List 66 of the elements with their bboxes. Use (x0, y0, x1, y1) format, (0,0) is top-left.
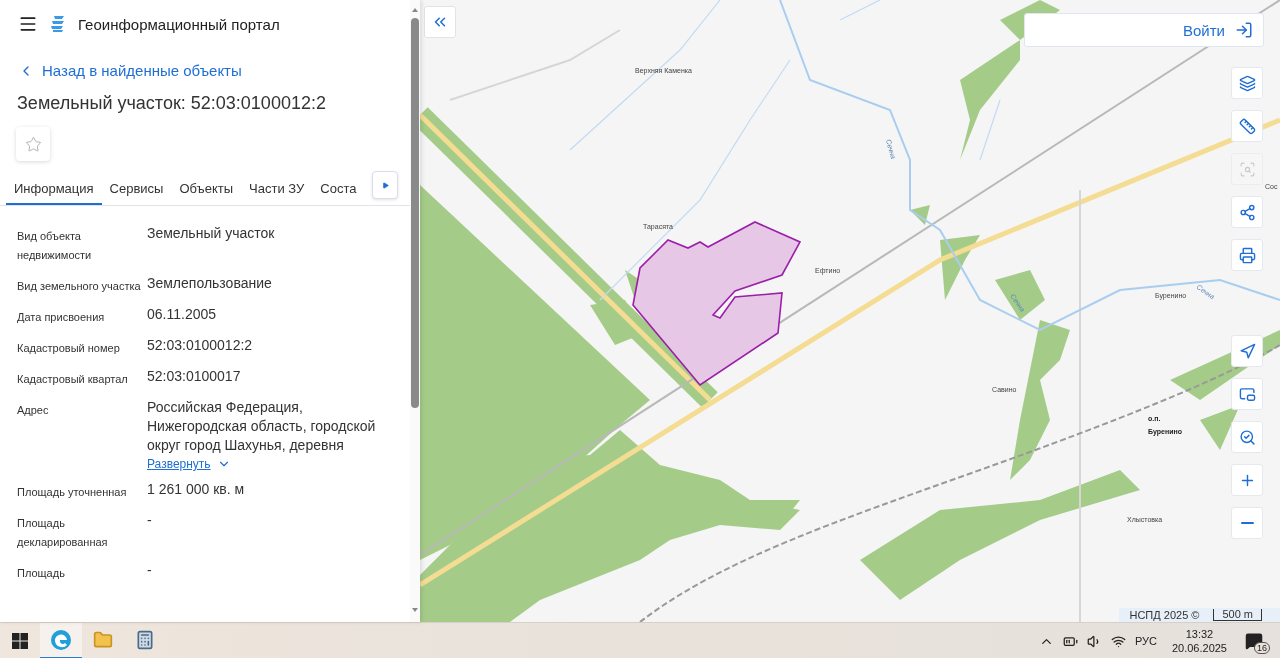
tab[interactable]: Части ЗУ (241, 173, 313, 205)
tab[interactable]: Информация (6, 173, 102, 205)
navigation-arrow-icon (1238, 342, 1256, 360)
object-title: Земельный участок: 52:03:0100012:2 (17, 93, 327, 114)
tab[interactable]: Соста (312, 173, 365, 205)
locate-button[interactable] (1231, 335, 1263, 367)
notification-count: 16 (1254, 642, 1270, 654)
property-value: 52:03:0100017 (147, 367, 241, 386)
area-search-icon (1238, 160, 1256, 178)
share-button[interactable] (1231, 196, 1263, 228)
share-icon (1238, 203, 1256, 221)
wifi-icon[interactable] (1110, 633, 1126, 649)
login-button[interactable]: Войти (1024, 13, 1264, 47)
property-label: Вид объекта недвижимости (17, 229, 93, 263)
calculator-icon (135, 630, 155, 650)
minimap-button[interactable] (1231, 378, 1263, 410)
ruler-icon (1238, 117, 1256, 135)
property-value: Землепользование (147, 274, 272, 293)
measure-button[interactable] (1231, 110, 1263, 142)
land-parcel-polygon[interactable] (632, 221, 802, 387)
property-value: - (147, 561, 152, 580)
language-indicator[interactable]: РУС (1134, 635, 1157, 647)
layers-icon (1238, 74, 1256, 92)
scale-bar: 500 m (1213, 609, 1262, 621)
property-label: Площадь (17, 566, 66, 581)
login-icon (1235, 21, 1253, 39)
collapse-panel-button[interactable] (424, 6, 456, 38)
folder-icon (93, 630, 113, 650)
windows-logo-icon (12, 633, 28, 649)
property-label: Дата присвоения (17, 310, 106, 325)
property-label: Кадастровый квартал (17, 372, 129, 387)
property-value: 06.11.2005 (147, 305, 217, 324)
property-value: 52:03:0100012:2 (147, 336, 253, 355)
geosearch-button[interactable] (1231, 421, 1263, 453)
scroll-tabs-button[interactable] (372, 171, 398, 199)
menu-icon[interactable] (18, 14, 38, 34)
property-value: Российская Федерация, Нижегородская область, городской округ город Шахунья, деревня (147, 398, 377, 455)
property-value: Земельный участок (147, 224, 275, 243)
property-label: Площадь декларированная (17, 516, 109, 550)
zoom-out-button[interactable] (1231, 507, 1263, 539)
location-search-icon (1238, 428, 1256, 446)
property-label: Кадастровый номер (17, 341, 121, 356)
print-button[interactable] (1231, 239, 1263, 271)
portal-title: Геоинформационный портал (78, 15, 280, 33)
layers-button[interactable] (1231, 67, 1263, 99)
picture-in-picture-icon (1238, 385, 1256, 403)
clock[interactable]: 13:32 20.06.2025 (1171, 627, 1227, 655)
star-icon (24, 135, 42, 153)
property-value: - (147, 511, 152, 530)
tab[interactable]: Сервисы (101, 173, 172, 205)
browser-icon (50, 629, 72, 651)
expand-link[interactable]: Развернуть (147, 457, 231, 471)
property-value: 1 261 000 кв. м (147, 480, 245, 499)
property-label: Площадь уточненная (17, 485, 128, 500)
clock-time: 13:32 (1185, 627, 1214, 641)
property-label: Вид земельного участка (17, 279, 142, 294)
zoom-in-button[interactable] (1231, 464, 1263, 496)
back-link[interactable]: Назад в найденные объекты (18, 62, 410, 79)
printer-icon (1238, 246, 1256, 264)
triangle-right-icon (381, 181, 389, 189)
property-label: Адрес (17, 403, 50, 418)
tab[interactable]: Объекты (171, 173, 242, 205)
attribution-text: НСПД 2025 © (1129, 609, 1200, 621)
clock-date: 20.06.2025 (1171, 641, 1227, 655)
taskbar-app-button[interactable] (40, 623, 82, 658)
portal-logo-icon (50, 15, 66, 33)
